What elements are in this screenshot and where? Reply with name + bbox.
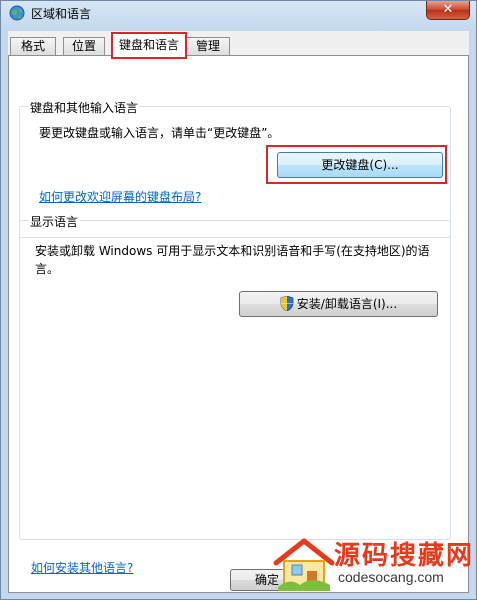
change-keyboard-button[interactable]: 更改键盘(C)... <box>277 152 443 178</box>
site-watermark: 源码搜藏网 codesocang.com <box>272 535 472 595</box>
tab-administrative[interactable]: 管理 <box>186 37 230 55</box>
welcome-screen-keyboard-link[interactable]: 如何更改欢迎屏幕的键盘布局? <box>39 189 201 205</box>
dialog-client-area: 格式 位置 键盘和语言 管理 键盘和其他输入语言 要更改键盘或输入语言，请单击“… <box>8 31 469 593</box>
uac-shield-icon <box>280 296 294 311</box>
install-other-languages-link[interactable]: 如何安装其他语言? <box>31 560 133 576</box>
close-icon: ✕ <box>442 2 454 17</box>
globe-icon <box>9 5 25 21</box>
display-language-group: 显示语言 <box>19 213 451 540</box>
tab-location[interactable]: 位置 <box>63 37 105 55</box>
window-title: 区域和语言 <box>31 7 92 21</box>
house-logo-icon <box>273 538 335 591</box>
install-uninstall-languages-button[interactable]: 安装/卸载语言(I)... <box>239 291 438 317</box>
tab-page: 键盘和其他输入语言 要更改键盘或输入语言，请单击“更改键盘”。 更改键盘(C).… <box>8 55 469 593</box>
display-language-description-line2: 言。 <box>35 262 60 276</box>
watermark-brand: 源码搜藏网 <box>334 541 475 571</box>
display-language-description-line1: 安装或卸载 Windows 可用于显示文本和识别语音和手写(在支持地区)的语 <box>35 244 430 258</box>
keyboard-group-title: 键盘和其他输入语言 <box>28 99 141 116</box>
keyboard-description: 要更改键盘或输入语言，请单击“更改键盘”。 <box>39 126 280 140</box>
install-uninstall-label: 安装/卸载语言(I)... <box>296 297 398 311</box>
region-language-window: 区域和语言 ✕ 格式 位置 键盘和语言 管理 键盘和其他输入语言 要更改键盘或输… <box>0 0 477 600</box>
tab-strip: 格式 位置 键盘和语言 管理 <box>8 31 469 59</box>
close-button[interactable]: ✕ <box>426 1 470 20</box>
tab-formats[interactable]: 格式 <box>10 37 56 55</box>
display-language-group-title: 显示语言 <box>28 213 81 230</box>
tab-keyboards-languages[interactable]: 键盘和语言 <box>112 33 186 56</box>
watermark-url: codesocang.com <box>338 569 444 585</box>
title-bar[interactable]: 区域和语言 ✕ <box>1 1 476 27</box>
